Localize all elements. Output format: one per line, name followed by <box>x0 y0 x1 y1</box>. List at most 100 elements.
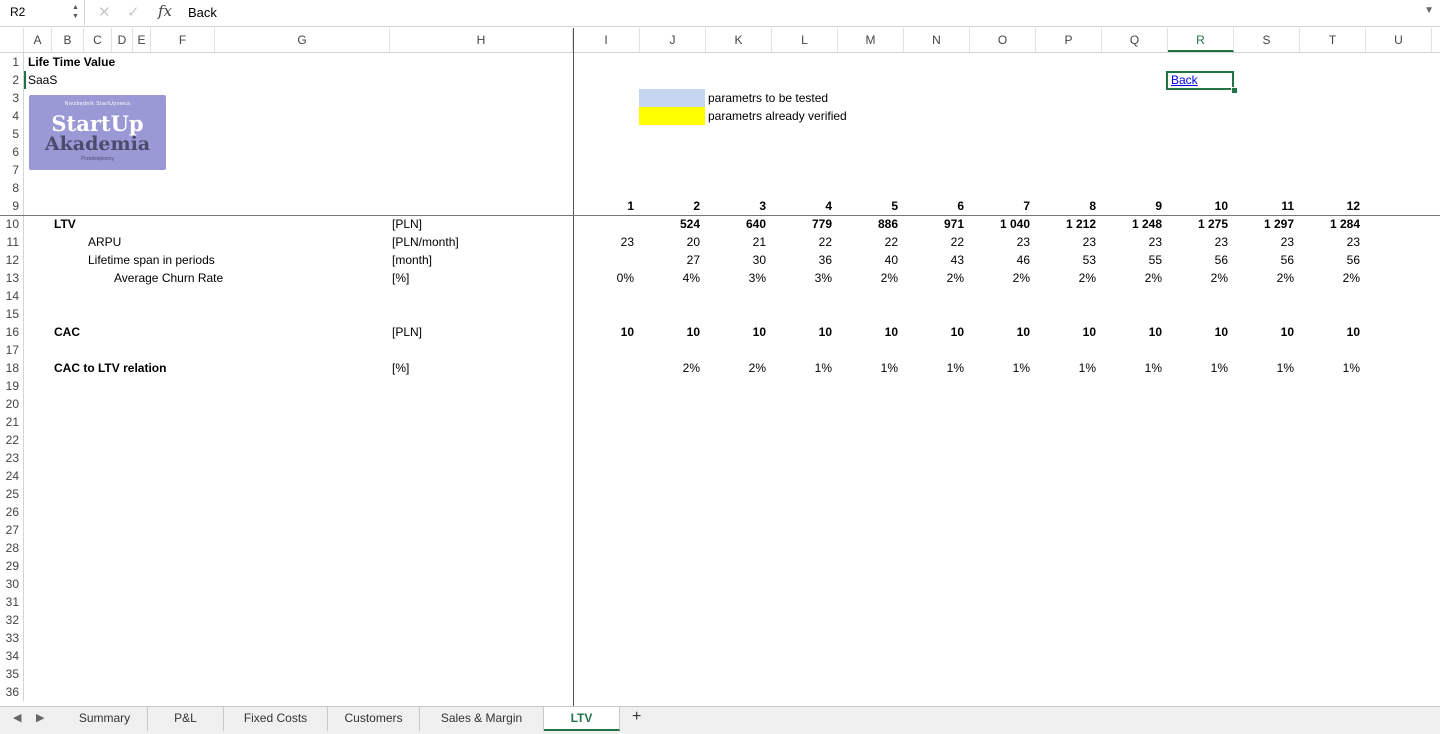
row-header-25[interactable]: 25 <box>0 485 24 503</box>
sheet-tab[interactable]: Summary <box>62 707 148 731</box>
row-label: LTV <box>54 217 76 231</box>
row-header-35[interactable]: 35 <box>0 665 24 683</box>
row-header-30[interactable]: 30 <box>0 575 24 593</box>
row-header-20[interactable]: 20 <box>0 395 24 413</box>
row-header-33[interactable]: 33 <box>0 629 24 647</box>
column-header-N[interactable]: N <box>904 28 970 52</box>
value-cell: 1 284 <box>1329 217 1360 231</box>
column-header-G[interactable]: G <box>215 28 390 52</box>
row-header-29[interactable]: 29 <box>0 557 24 575</box>
logo-bottom-text: Przedsiębiorcy <box>81 156 114 162</box>
column-header-K[interactable]: K <box>706 28 772 52</box>
row-label: Lifetime span in periods <box>88 253 215 267</box>
row-header-7[interactable]: 7 <box>0 161 24 179</box>
sheet-tab[interactable]: P&L <box>148 707 224 731</box>
row-unit: [%] <box>392 271 410 285</box>
column-header-A[interactable]: A <box>24 28 52 52</box>
row-header-1[interactable]: 1 <box>0 53 24 71</box>
row-header-13[interactable]: 13 <box>0 269 24 287</box>
row-header-21[interactable]: 21 <box>0 413 24 431</box>
select-all-corner[interactable] <box>0 28 24 52</box>
row-header-16[interactable]: 16 <box>0 323 24 341</box>
back-link[interactable]: Back <box>1171 71 1198 89</box>
logo-line2: Akademia <box>44 133 151 155</box>
column-header-E[interactable]: E <box>133 28 151 52</box>
row-unit: [PLN/month] <box>392 235 459 249</box>
row-unit: [PLN] <box>392 325 423 339</box>
function-icon[interactable]: fx <box>158 2 172 20</box>
row-header-9[interactable]: 9 <box>0 197 24 215</box>
add-sheet-button[interactable]: + <box>632 708 641 726</box>
row-header-31[interactable]: 31 <box>0 593 24 611</box>
row-header-8[interactable]: 8 <box>0 179 24 197</box>
formula-input[interactable]: Back <box>188 5 217 20</box>
row-header-14[interactable]: 14 <box>0 287 24 305</box>
legend-blue-swatch <box>639 89 705 107</box>
value-cell: 10 <box>1346 325 1360 339</box>
sheet-tab-bar: ◀ ▶ Summary P&L Fixed Costs Customers Sales … <box>0 706 1440 734</box>
column-header-I[interactable]: I <box>573 28 640 52</box>
row-unit: [%] <box>392 361 410 375</box>
row-header-15[interactable]: 15 <box>0 305 24 323</box>
sheet-tab[interactable]: Customers <box>328 707 420 731</box>
column-header-H[interactable]: H <box>390 28 573 52</box>
column-header-F[interactable]: F <box>151 28 215 52</box>
row-header-22[interactable]: 22 <box>0 431 24 449</box>
value-cell: 1% <box>1342 361 1360 375</box>
column-header-C[interactable]: C <box>84 28 112 52</box>
row-header-32[interactable]: 32 <box>0 611 24 629</box>
formula-bar: R2 ▲ ▼ ✕ ✓ fx Back ▼ <box>0 0 1440 27</box>
column-header-D[interactable]: D <box>112 28 133 52</box>
column-header-S[interactable]: S <box>1234 28 1300 52</box>
sheet-subtitle: SaaS <box>28 73 58 87</box>
confirm-icon[interactable]: ✓ <box>127 3 140 21</box>
name-box[interactable]: R2 ▲ ▼ <box>0 0 85 25</box>
next-sheet-icon[interactable]: ▶ <box>36 711 44 724</box>
column-header-L[interactable]: L <box>772 28 838 52</box>
row-header-12[interactable]: 12 <box>0 251 24 269</box>
row-header-4[interactable]: 4 <box>0 107 24 125</box>
column-header-P[interactable]: P <box>1036 28 1102 52</box>
sheet-tab[interactable]: Fixed Costs <box>224 707 328 731</box>
row-header-36[interactable]: 36 <box>0 683 24 701</box>
name-box-spinner-icon[interactable]: ▲ ▼ <box>72 3 79 21</box>
row-header-10[interactable]: 10 <box>0 215 24 233</box>
row-header-34[interactable]: 34 <box>0 647 24 665</box>
row-header-17[interactable]: 17 <box>0 341 24 359</box>
sheet-tab[interactable]: Sales & Margin <box>420 707 544 731</box>
row-header-24[interactable]: 24 <box>0 467 24 485</box>
column-header-Q[interactable]: Q <box>1102 28 1168 52</box>
row-header-23[interactable]: 23 <box>0 449 24 467</box>
fill-handle[interactable] <box>1231 87 1238 94</box>
row-header-28[interactable]: 28 <box>0 539 24 557</box>
column-header-R[interactable]: R <box>1168 28 1234 52</box>
period-header: 12 <box>1346 199 1360 213</box>
row-header-6[interactable]: 6 <box>0 143 24 161</box>
column-header-J[interactable]: J <box>640 28 706 52</box>
column-header-B[interactable]: B <box>52 28 84 52</box>
value-cell: 23 <box>1346 235 1360 249</box>
sheet-tab[interactable]: LTV <box>544 707 620 731</box>
row-header-2[interactable]: 2 <box>0 71 24 89</box>
row-label: CAC <box>54 325 80 339</box>
value-cell: 56 <box>1346 253 1360 267</box>
sheet-title: Life Time Value <box>28 55 116 69</box>
cancel-icon[interactable]: ✕ <box>98 3 111 21</box>
row-unit: [month] <box>392 253 433 267</box>
row-header-3[interactable]: 3 <box>0 89 24 107</box>
column-header-O[interactable]: O <box>970 28 1036 52</box>
prev-sheet-icon[interactable]: ◀ <box>13 711 21 724</box>
row-header-11[interactable]: 11 <box>0 233 24 251</box>
row-header-27[interactable]: 27 <box>0 521 24 539</box>
expand-formula-icon[interactable]: ▼ <box>1424 5 1434 16</box>
row-header-5[interactable]: 5 <box>0 125 24 143</box>
row-header-19[interactable]: 19 <box>0 377 24 395</box>
row-header-26[interactable]: 26 <box>0 503 24 521</box>
row-header-18[interactable]: 18 <box>0 359 24 377</box>
column-header-U[interactable]: U <box>1366 28 1432 52</box>
column-header-bar: ABCDEFGHIJKLMNOPQRSTU <box>0 28 1440 53</box>
logo-top-text: Niezbędnik StartUpowca <box>64 101 131 107</box>
column-header-M[interactable]: M <box>838 28 904 52</box>
active-row-marker <box>24 71 26 89</box>
column-header-T[interactable]: T <box>1300 28 1366 52</box>
